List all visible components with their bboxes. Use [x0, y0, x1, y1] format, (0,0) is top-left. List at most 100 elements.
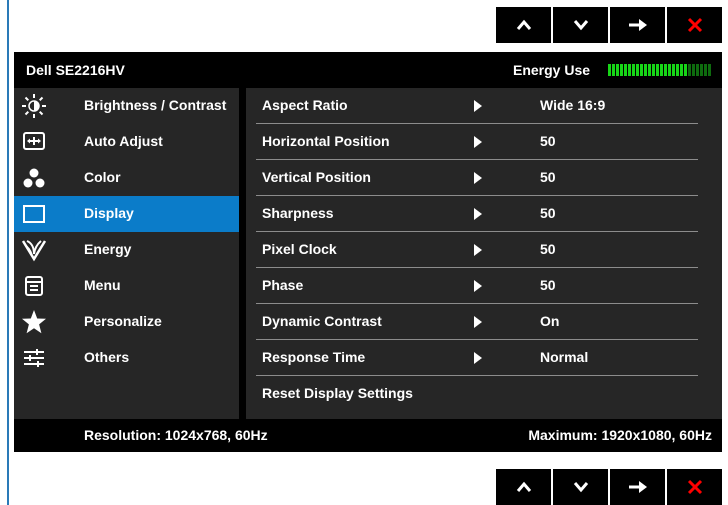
reset-display-settings[interactable]: Reset Display Settings [246, 376, 722, 412]
energy-meter-segment [612, 64, 615, 76]
osd-panel: Dell SE2216HV Energy Use Brightness / Co… [14, 52, 722, 452]
setting-value: 50 [540, 277, 556, 293]
energy-meter-segment [628, 64, 631, 76]
up-button[interactable] [496, 469, 551, 505]
brightness-sun-icon [20, 92, 48, 120]
menu-item-auto-adjust[interactable]: Auto Adjust [14, 124, 239, 160]
osd-header: Dell SE2216HV Energy Use [14, 52, 722, 88]
menu-item-label: Others [84, 349, 130, 365]
energy-meter-segment [632, 64, 635, 76]
menu-item-brightness-contrast[interactable]: Brightness / Contrast [14, 88, 239, 124]
setting-value: 50 [540, 205, 556, 221]
energy-meter-segment [696, 64, 699, 76]
energy-leaf-icon [20, 236, 48, 264]
page-edge-line [7, 0, 9, 505]
exit-button[interactable] [667, 469, 722, 505]
right-arrow-icon [628, 481, 647, 493]
menu-item-label: Menu [84, 277, 121, 293]
setting-value: Wide 16:9 [540, 97, 606, 113]
setting-name: Reset Display Settings [262, 385, 413, 401]
submenu-arrow-icon [474, 352, 482, 364]
submenu-arrow-icon [474, 136, 482, 148]
energy-meter-segment [608, 64, 611, 76]
setting-value: 50 [540, 133, 556, 149]
energy-meter-segment [616, 64, 619, 76]
menu-list-icon [20, 272, 48, 300]
up-chevron-icon [516, 481, 531, 492]
right-arrow-icon [628, 19, 647, 31]
setting-name: Horizontal Position [262, 133, 390, 149]
main-menu: Brightness / Contrast Auto Adjust Color … [14, 88, 239, 419]
down-chevron-icon [573, 482, 588, 493]
energy-meter-segment [660, 64, 663, 76]
up-button[interactable] [496, 7, 551, 43]
energy-meter-segment [680, 64, 683, 76]
menu-item-energy[interactable]: Energy [14, 232, 239, 268]
energy-meter-segment [652, 64, 655, 76]
setting-name: Aspect Ratio [262, 97, 348, 113]
energy-meter-segment [708, 64, 711, 76]
auto-adjust-icon [20, 128, 48, 156]
submenu-arrow-icon [474, 100, 482, 112]
menu-item-label: Energy [84, 241, 132, 257]
down-button[interactable] [553, 469, 608, 505]
energy-meter-segment [656, 64, 659, 76]
setting-name: Sharpness [262, 205, 334, 221]
energy-meter-segment [688, 64, 691, 76]
energy-meter-segment [624, 64, 627, 76]
energy-meter-segment [620, 64, 623, 76]
bottom-button-bar [496, 469, 722, 505]
down-chevron-icon [573, 20, 588, 31]
energy-meter-segment [668, 64, 671, 76]
menu-item-label: Brightness / Contrast [84, 97, 227, 113]
enter-button[interactable] [610, 7, 665, 43]
exit-button[interactable] [667, 7, 722, 43]
top-button-bar [496, 7, 722, 43]
setting-value: 50 [540, 169, 556, 185]
enter-button[interactable] [610, 469, 665, 505]
setting-value: Normal [540, 349, 589, 365]
menu-item-color[interactable]: Color [14, 160, 239, 196]
setting-name: Response Time [262, 349, 366, 365]
setting-name: Phase [262, 277, 304, 293]
submenu-arrow-icon [474, 172, 482, 184]
setting-name: Pixel Clock [262, 241, 337, 257]
menu-item-others[interactable]: Others [14, 340, 239, 376]
setting-row-response-time[interactable]: Response Time Normal [246, 340, 722, 376]
star-icon [20, 308, 48, 336]
energy-use-label: Energy Use [513, 62, 591, 78]
energy-meter-segment [704, 64, 707, 76]
close-x-icon [687, 17, 702, 33]
current-resolution: Resolution: 1024x768, 60Hz [84, 427, 268, 443]
setting-row-sharpness[interactable]: Sharpness 50 [246, 196, 722, 232]
menu-item-label: Color [84, 169, 121, 185]
display-settings-panel: Aspect Ratio Wide 16:9 Horizontal Positi… [246, 88, 722, 419]
close-x-icon [687, 479, 702, 495]
setting-name: Dynamic Contrast [262, 313, 382, 329]
up-chevron-icon [516, 19, 531, 30]
setting-row-vertical-position[interactable]: Vertical Position 50 [246, 160, 722, 196]
menu-item-display[interactable]: Display [14, 196, 239, 232]
menu-item-label: Display [84, 205, 134, 221]
energy-meter-segment [672, 64, 675, 76]
energy-meter-segment [700, 64, 703, 76]
energy-meter-segment [636, 64, 639, 76]
submenu-arrow-icon [474, 280, 482, 292]
menu-item-menu[interactable]: Menu [14, 268, 239, 304]
setting-row-horizontal-position[interactable]: Horizontal Position 50 [246, 124, 722, 160]
energy-meter-segment [684, 64, 687, 76]
display-monitor-icon [20, 200, 48, 228]
down-button[interactable] [553, 7, 608, 43]
color-dots-icon [20, 164, 48, 192]
setting-row-pixel-clock[interactable]: Pixel Clock 50 [246, 232, 722, 268]
menu-item-personalize[interactable]: Personalize [14, 304, 239, 340]
energy-meter-segment [692, 64, 695, 76]
energy-meter-segment [664, 64, 667, 76]
setting-row-dynamic-contrast[interactable]: Dynamic Contrast On [246, 304, 722, 340]
energy-meter-segment [640, 64, 643, 76]
energy-use-meter [608, 64, 712, 76]
setting-row-aspect-ratio[interactable]: Aspect Ratio Wide 16:9 [246, 88, 722, 124]
setting-value: 50 [540, 241, 556, 257]
energy-meter-segment [644, 64, 647, 76]
setting-row-phase[interactable]: Phase 50 [246, 268, 722, 304]
